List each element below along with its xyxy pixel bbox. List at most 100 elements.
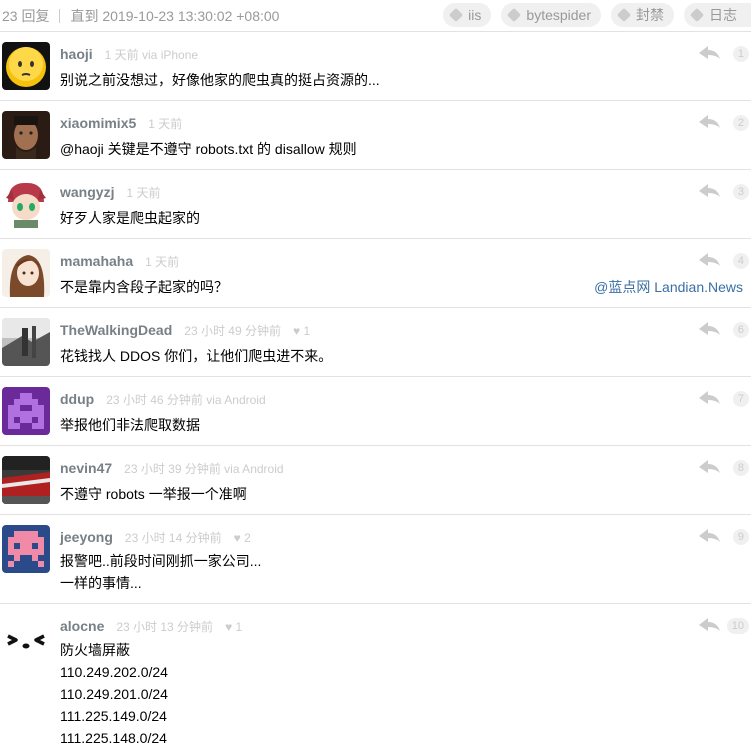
- reply-meta-line: jeeyong 23 小时 14 分钟前 ♥ 2: [60, 529, 251, 546]
- reply-content: 防火墙屏蔽 110.249.202.0/24 110.249.201.0/24 …: [60, 639, 168, 746]
- reply-content: @haoji 关键是不遵守 robots.txt 的 disallow 规则: [60, 138, 357, 160]
- floor-number: 9: [732, 529, 749, 545]
- reply-meta: 23 回复 直到 2019-10-23 13:30:02 +08:00: [2, 6, 279, 26]
- car-avatar-icon[interactable]: [2, 456, 50, 504]
- reply-arrow-icon[interactable]: [699, 45, 721, 61]
- reply-content: 不遵守 robots 一举报一个准啊: [60, 483, 247, 505]
- reply-text-line: @haoji 关键是不遵守 robots.txt 的 disallow 规则: [60, 141, 357, 157]
- tag-label: 封禁: [636, 7, 664, 23]
- reply-content: 举报他们非法爬取数据: [60, 414, 200, 436]
- username-link[interactable]: jeeyong: [60, 529, 113, 545]
- reply-count: 23 回复: [2, 7, 50, 24]
- reply-meta-line: alocne 23 小时 13 分钟前 ♥ 1: [60, 618, 242, 635]
- tag-icon: [507, 7, 522, 23]
- tag-icon: [689, 7, 705, 23]
- floor-number: 3: [732, 184, 749, 200]
- reply-text-line: 别说之前没想过，好像他家的爬虫真的挺占资源的...: [60, 72, 380, 88]
- anime-avatar-icon[interactable]: [2, 180, 50, 228]
- reply-item: TheWalkingDead 23 小时 49 分钟前 ♥ 1 花钱找人 DDO…: [0, 308, 751, 377]
- reply-text-line: 110.249.202.0/24: [60, 664, 168, 680]
- reply-time: 23 小时 46 分钟前 via Android: [106, 393, 266, 407]
- username-link[interactable]: alocne: [60, 618, 104, 634]
- reply-arrow-icon[interactable]: [699, 114, 721, 130]
- username-link[interactable]: xiaomimix5: [60, 115, 136, 131]
- reply-arrow-icon[interactable]: [699, 528, 721, 544]
- username-link[interactable]: nevin47: [60, 460, 112, 476]
- reply-time: 1 天前: [148, 117, 183, 131]
- reply-time: 23 小时 13 分钟前: [116, 620, 214, 634]
- pixel-pink-avatar-icon[interactable]: [2, 525, 50, 573]
- reply-text-line: 一样的事情...: [60, 575, 142, 591]
- reply-time: 1 天前 via iPhone: [104, 48, 199, 62]
- reply-content: 报警吧..前段时间刚抓一家公司... 一样的事情...: [60, 550, 261, 594]
- reply-content: 不是靠内含段子起家的吗？: [60, 276, 228, 298]
- reply-item: alocne 23 小时 13 分钟前 ♥ 1 防火墙屏蔽 110.249.20…: [0, 604, 751, 746]
- reply-time: 1 天前: [126, 186, 161, 200]
- reply-arrow-icon[interactable]: [699, 617, 721, 633]
- reply-meta-line: nevin47 23 小时 39 分钟前 via Android: [60, 460, 284, 477]
- thanks-count: ♥ 1: [225, 620, 243, 634]
- reply-text-line: 111.225.149.0/24: [60, 708, 167, 724]
- tag-icon: [616, 7, 632, 23]
- reply-item: wangyzj 1 天前 好歹人家是爬虫起家的 3: [0, 170, 751, 239]
- tag-list: iis bytespider 封禁 日志: [433, 3, 751, 27]
- tag-log[interactable]: 日志: [684, 3, 751, 27]
- tag-label: 日志: [709, 7, 737, 23]
- face-emoticon-avatar-icon[interactable]: [2, 614, 50, 662]
- floor-number: 1: [732, 46, 749, 62]
- reply-arrow-icon[interactable]: [699, 321, 721, 337]
- watermark: @蓝点网 Landian.News: [594, 279, 743, 295]
- tag-ban[interactable]: 封禁: [611, 3, 674, 27]
- username-link[interactable]: haoji: [60, 46, 93, 62]
- tag-label: bytespider: [526, 7, 591, 23]
- tag-iis[interactable]: iis: [443, 3, 492, 27]
- reply-arrow-icon[interactable]: [699, 183, 721, 199]
- reply-meta-line: wangyzj 1 天前: [60, 184, 160, 201]
- thanks-count: ♥ 1: [292, 324, 311, 338]
- floor-number: 6: [732, 322, 749, 338]
- reply-text-line: 111.225.148.0/24: [60, 730, 167, 746]
- reply-arrow-icon[interactable]: [699, 459, 721, 475]
- topic-header: 23 回复 直到 2019-10-23 13:30:02 +08:00 iis …: [0, 0, 751, 32]
- reply-text-line: 不遵守 robots 一举报一个准啊: [60, 486, 247, 502]
- reply-meta-line: ddup 23 小时 46 分钟前 via Android: [60, 391, 266, 408]
- reply-time: 23 小时 49 分钟前: [184, 324, 281, 338]
- reply-arrow-icon[interactable]: [699, 390, 721, 406]
- floor-number: 8: [732, 460, 749, 476]
- reply-text-line: 防火墙屏蔽: [60, 642, 130, 658]
- divider: [59, 8, 61, 23]
- tag-bytespider[interactable]: bytespider: [501, 3, 601, 27]
- reply-meta-line: xiaomimix5 1 天前: [60, 115, 182, 132]
- reply-item: ddup 23 小时 46 分钟前 via Android 举报他们非法爬取数据…: [0, 377, 751, 446]
- reply-item: nevin47 23 小时 39 分钟前 via Android 不遵守 rob…: [0, 446, 751, 515]
- reply-content: 别说之前没想过，好像他家的爬虫真的挺占资源的...: [60, 69, 380, 91]
- reply-item: mamahaha 1 天前 不是靠内含段子起家的吗？ 4: [0, 239, 751, 308]
- floor-number: 2: [732, 115, 749, 131]
- reply-item: xiaomimix5 1 天前 @haoji 关键是不遵守 robots.txt…: [0, 101, 751, 170]
- portrait-avatar-icon[interactable]: [2, 111, 50, 159]
- floor-number: 7: [732, 391, 749, 407]
- reply-meta-line: TheWalkingDead 23 小时 49 分钟前 ♥ 1: [60, 322, 310, 339]
- reply-text-line: 不是靠内含段子起家的吗？: [60, 279, 228, 295]
- username-link[interactable]: mamahaha: [60, 253, 133, 269]
- reply-text-line: 报警吧..前段时间刚抓一家公司...: [60, 553, 262, 569]
- username-link[interactable]: ddup: [60, 391, 94, 407]
- anime-girl-avatar-icon[interactable]: [2, 249, 50, 297]
- reply-text-line: 举报他们非法爬取数据: [60, 417, 200, 433]
- reply-arrow-icon[interactable]: [699, 252, 721, 268]
- reply-meta-line: mamahaha 1 天前: [60, 253, 179, 270]
- username-link[interactable]: TheWalkingDead: [60, 322, 172, 338]
- thanks-count: ♥ 2: [233, 531, 251, 545]
- floor-number: 10: [726, 618, 749, 634]
- reply-content: 花钱找人 DDOS 你们，让他们爬虫进不来。: [60, 345, 332, 367]
- floor-number: 4: [732, 253, 749, 269]
- photo-avatar-icon[interactable]: [2, 318, 50, 366]
- smiley-avatar-icon[interactable]: [2, 42, 50, 90]
- reply-text-line: 110.249.201.0/24: [60, 686, 168, 702]
- username-link[interactable]: wangyzj: [60, 184, 114, 200]
- reply-text-line: 好歹人家是爬虫起家的: [60, 210, 200, 226]
- pixel-invader-avatar-icon[interactable]: [2, 387, 50, 435]
- reply-text-line: 花钱找人 DDOS 你们，让他们爬虫进不来。: [60, 348, 333, 364]
- reply-time: 23 小时 39 分钟前 via Android: [124, 462, 284, 476]
- reply-content: 好歹人家是爬虫起家的: [60, 207, 200, 229]
